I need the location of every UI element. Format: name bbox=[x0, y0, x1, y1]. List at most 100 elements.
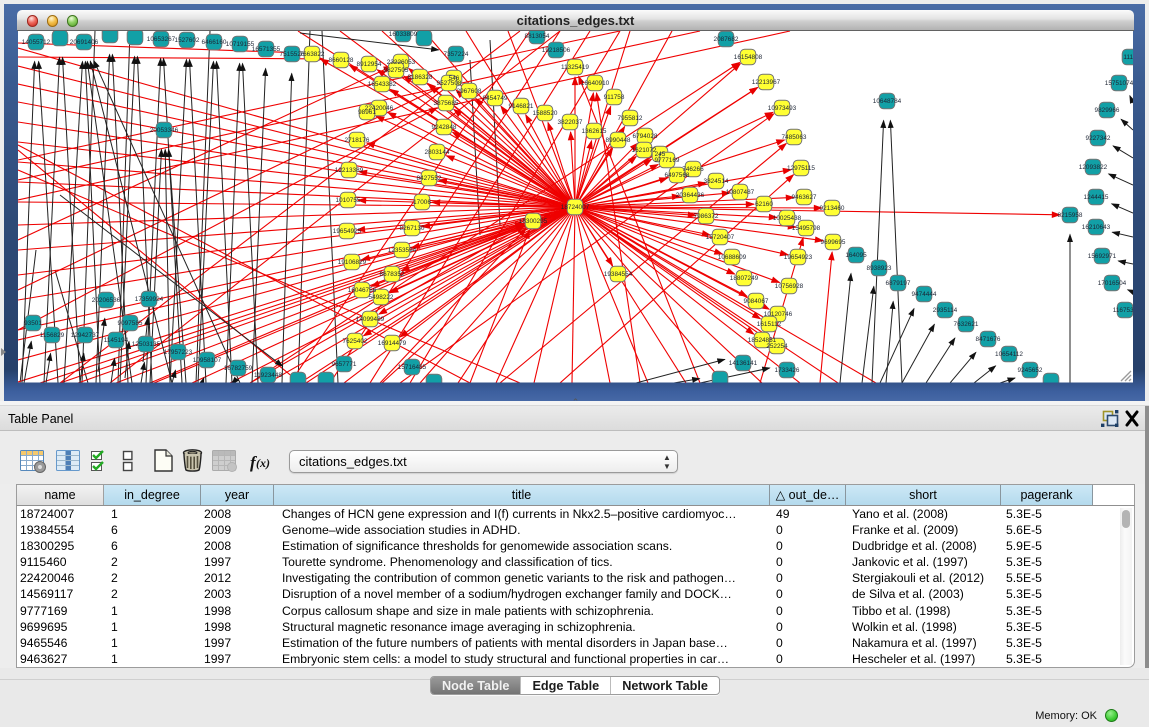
svg-text:10648784: 10648784 bbox=[873, 98, 902, 105]
svg-text:1362615: 1362615 bbox=[582, 128, 607, 135]
svg-text:2803144: 2803144 bbox=[425, 149, 450, 156]
svg-text:6466160: 6466160 bbox=[202, 39, 227, 46]
svg-text:9474444: 9474444 bbox=[912, 291, 937, 298]
svg-text:3875685: 3875685 bbox=[434, 100, 459, 107]
svg-text:10653267: 10653267 bbox=[147, 36, 176, 43]
svg-text:8427552: 8427552 bbox=[417, 175, 442, 182]
svg-text:17016504: 17016504 bbox=[1098, 280, 1127, 287]
svg-text:1615112: 1615112 bbox=[757, 321, 782, 328]
svg-text:9084067: 9084067 bbox=[744, 298, 769, 305]
svg-text:10688609: 10688609 bbox=[718, 254, 747, 261]
svg-text:1527602: 1527602 bbox=[175, 37, 200, 44]
svg-text:9657771: 9657771 bbox=[332, 361, 357, 368]
svg-text:911758: 911758 bbox=[604, 94, 625, 101]
svg-text:9097585: 9097585 bbox=[118, 320, 143, 327]
svg-text:7357224: 7357224 bbox=[444, 51, 469, 58]
svg-text:5498222: 5498222 bbox=[369, 294, 394, 301]
svg-text:12213389: 12213389 bbox=[335, 167, 364, 174]
svg-text:12093822: 12093822 bbox=[1079, 164, 1108, 171]
svg-text:7955812: 7955812 bbox=[618, 115, 643, 122]
svg-text:7986372: 7986372 bbox=[694, 213, 719, 220]
svg-text:19106829: 19106829 bbox=[338, 259, 367, 266]
svg-text:8267130: 8267130 bbox=[400, 225, 425, 232]
svg-text:10973493: 10973493 bbox=[768, 105, 797, 112]
svg-text:7485063: 7485063 bbox=[782, 134, 807, 141]
svg-text:164095: 164095 bbox=[845, 252, 867, 259]
svg-text:17006: 17006 bbox=[413, 199, 431, 206]
svg-text:16782759: 16782759 bbox=[224, 365, 253, 372]
svg-text:11325419: 11325419 bbox=[561, 64, 589, 71]
svg-text:3822037: 3822037 bbox=[558, 119, 583, 126]
svg-text:(x): (x) bbox=[256, 456, 270, 470]
svg-text:7625402: 7625402 bbox=[343, 338, 368, 345]
svg-text:1145194: 1145194 bbox=[104, 337, 129, 344]
svg-text:16033809: 16033809 bbox=[389, 31, 418, 38]
svg-text:9827505: 9827505 bbox=[384, 67, 409, 74]
svg-text:19218506: 19218506 bbox=[542, 47, 571, 54]
svg-text:10807487: 10807487 bbox=[726, 189, 755, 196]
svg-text:18300295: 18300295 bbox=[519, 218, 548, 225]
svg-text:12942737: 12942737 bbox=[71, 332, 100, 339]
svg-text:8938923: 8938923 bbox=[867, 265, 892, 272]
svg-text:1733426: 1733426 bbox=[775, 367, 800, 374]
svg-text:252254: 252254 bbox=[766, 343, 788, 350]
svg-text:12975115: 12975115 bbox=[787, 165, 815, 172]
svg-text:16046756: 16046756 bbox=[348, 287, 377, 294]
svg-text:12353594: 12353594 bbox=[388, 247, 417, 254]
svg-text:19654925: 19654925 bbox=[333, 228, 362, 235]
svg-text:12503135: 12503135 bbox=[132, 341, 161, 348]
svg-text:9146821: 9146821 bbox=[509, 103, 534, 110]
svg-text:2087682: 2087682 bbox=[714, 36, 739, 43]
svg-text:6497568: 6497568 bbox=[665, 172, 690, 179]
svg-text:98961: 98961 bbox=[358, 109, 376, 116]
svg-text:8990448: 8990448 bbox=[606, 137, 631, 144]
svg-text:1010755: 1010755 bbox=[336, 197, 361, 204]
svg-text:2935114: 2935114 bbox=[933, 307, 958, 314]
svg-text:2967608: 2967608 bbox=[457, 88, 482, 95]
svg-text:9463627: 9463627 bbox=[792, 194, 817, 201]
svg-text:1167533: 1167533 bbox=[1113, 307, 1138, 314]
svg-text:9699695: 9699695 bbox=[821, 239, 846, 246]
svg-text:6879197: 6879197 bbox=[886, 280, 911, 287]
svg-text:19384554: 19384554 bbox=[604, 271, 633, 278]
svg-text:2718176: 2718176 bbox=[345, 137, 370, 144]
svg-text:14055712: 14055712 bbox=[22, 39, 51, 46]
svg-text:8215958: 8215958 bbox=[1058, 212, 1083, 219]
svg-text:9527508: 9527508 bbox=[437, 80, 462, 87]
svg-text:17957223: 17957223 bbox=[164, 349, 193, 356]
svg-text:16640910: 16640910 bbox=[581, 80, 610, 87]
svg-text:16154808: 16154808 bbox=[734, 54, 763, 61]
svg-text:62160: 62160 bbox=[755, 201, 773, 208]
svg-text:8813054: 8813054 bbox=[525, 33, 550, 40]
svg-text:20053346: 20053346 bbox=[150, 127, 179, 134]
svg-text:12213967: 12213967 bbox=[752, 79, 781, 86]
svg-text:8660128: 8660128 bbox=[329, 57, 354, 64]
svg-text:9213460: 9213460 bbox=[820, 205, 845, 212]
svg-text:9227342: 9227342 bbox=[1086, 135, 1111, 142]
svg-text:9829966: 9829966 bbox=[1095, 107, 1120, 114]
svg-text:1588520: 1588520 bbox=[533, 110, 558, 117]
svg-text:1117: 1117 bbox=[1123, 54, 1137, 61]
svg-text:20206536: 20206536 bbox=[92, 297, 121, 304]
svg-text:10025438: 10025438 bbox=[773, 215, 802, 222]
svg-text:9245652: 9245652 bbox=[1018, 367, 1043, 374]
svg-text:16543382: 16543382 bbox=[368, 81, 397, 88]
svg-text:23226053: 23226053 bbox=[387, 59, 416, 66]
svg-text:7663822: 7663822 bbox=[300, 51, 325, 58]
svg-text:16914479: 16914479 bbox=[378, 340, 407, 347]
svg-text:10654112: 10654112 bbox=[995, 351, 1023, 358]
svg-text:8454749: 8454749 bbox=[483, 95, 508, 102]
svg-text:18807249: 18807249 bbox=[730, 275, 759, 282]
svg-text:20364436: 20364436 bbox=[676, 192, 705, 199]
svg-text:9777169: 9777169 bbox=[655, 157, 680, 164]
svg-text:20691406: 20691406 bbox=[70, 39, 99, 46]
svg-text:3824514: 3824514 bbox=[704, 178, 729, 185]
svg-text:15692971: 15692971 bbox=[1088, 253, 1117, 260]
svg-text:14099489: 14099489 bbox=[356, 316, 385, 323]
svg-text:10756928: 10756928 bbox=[775, 283, 804, 290]
svg-text:18724007: 18724007 bbox=[561, 204, 590, 211]
svg-text:10120746: 10120746 bbox=[764, 311, 793, 318]
svg-text:14136141: 14136141 bbox=[729, 360, 758, 367]
svg-text:1156829: 1156829 bbox=[40, 332, 65, 339]
svg-text:11923448: 11923448 bbox=[254, 372, 282, 379]
